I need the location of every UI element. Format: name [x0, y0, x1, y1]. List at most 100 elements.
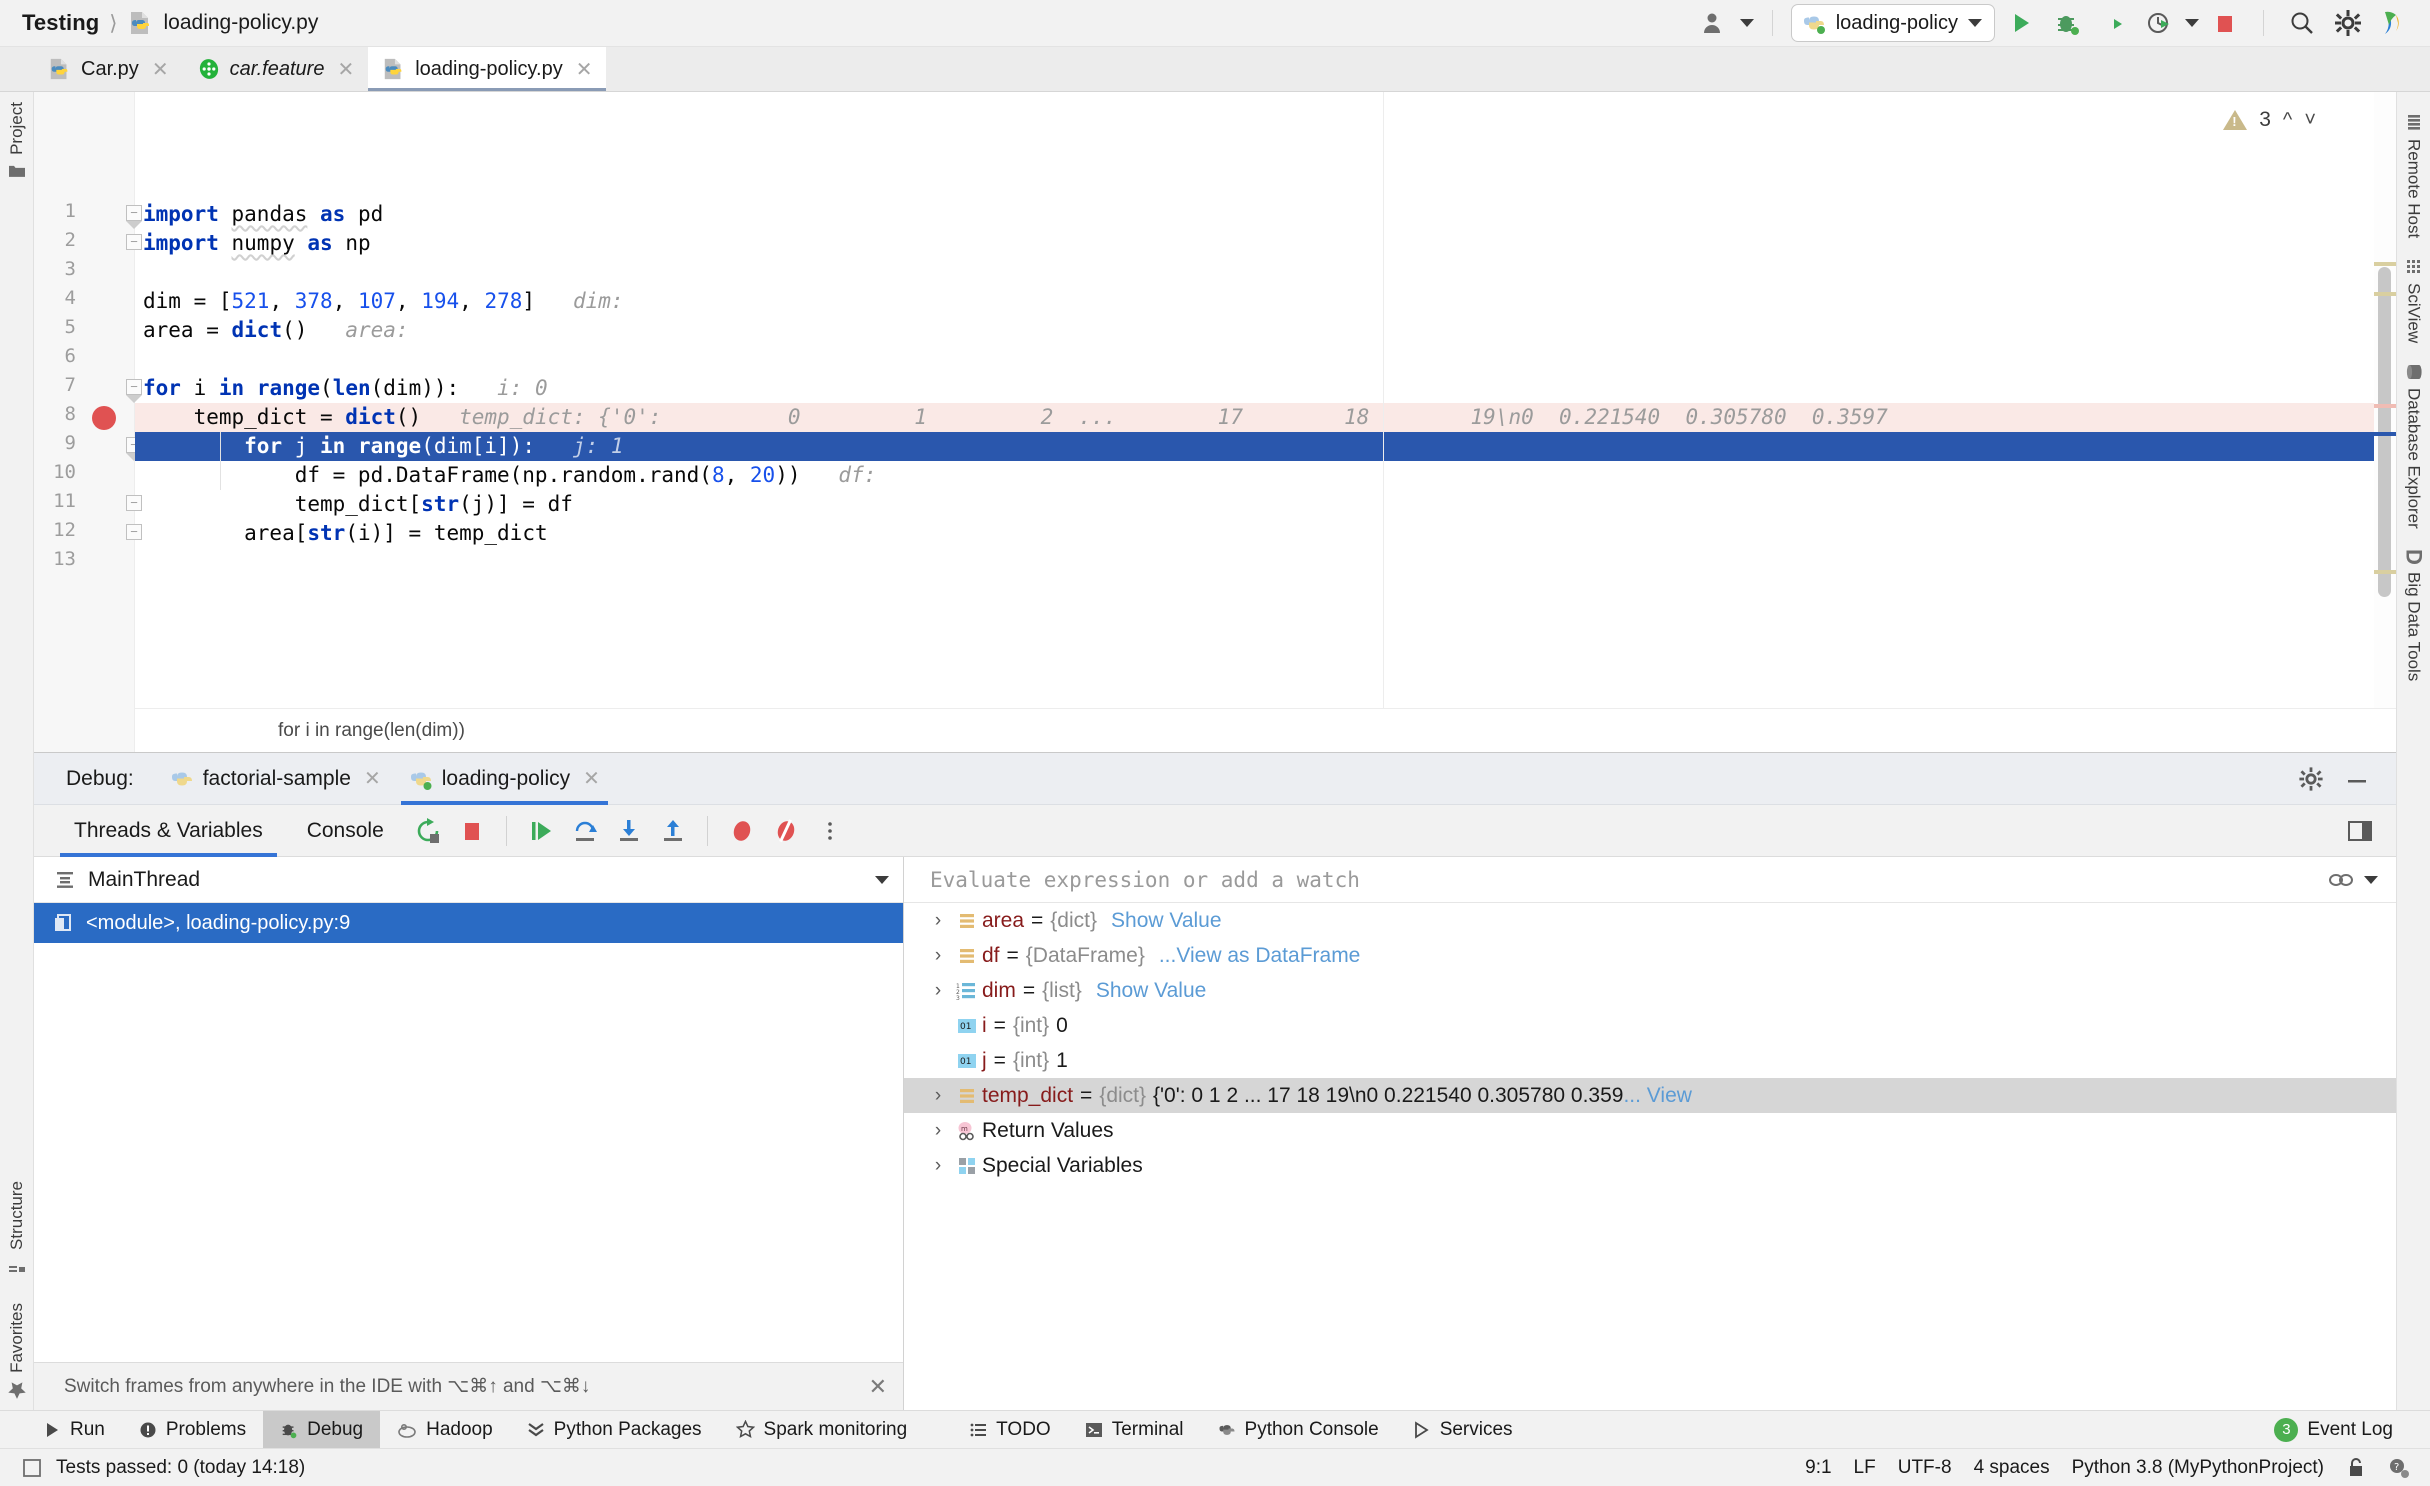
stop-icon[interactable] [450, 809, 494, 853]
line-separator[interactable]: LF [1854, 1457, 1876, 1479]
debug-session-loading-policy[interactable]: loading-policy ✕ [395, 753, 614, 805]
variable-row-j[interactable]: 01 j = {int} 1 [904, 1043, 2396, 1078]
variable-row-return-values[interactable]: › m Return Values [904, 1113, 2396, 1148]
tool-window-debug[interactable]: Debug [263, 1411, 380, 1449]
sidebar-item-sciview[interactable]: SciView [2404, 248, 2424, 353]
chevron-down-icon[interactable] [1968, 19, 1982, 27]
add-watch-icon[interactable] [2328, 870, 2354, 890]
more-options-icon[interactable] [808, 809, 852, 853]
editor-tab-loading-policy-py[interactable]: loading-policy.py ✕ [368, 47, 606, 91]
code-editor[interactable]: 1 2 3 4 5 6 7 8 9 10 11 12 13 − − − [34, 92, 2396, 752]
variable-row-temp-dict[interactable]: › temp_dict = {di [904, 1078, 2396, 1113]
lock-icon[interactable] [2346, 1457, 2366, 1479]
evaluate-expression-row[interactable]: Evaluate expression or add a watch [904, 857, 2396, 903]
scroll-marker-exec[interactable] [2374, 432, 2396, 436]
close-icon[interactable]: ✕ [869, 1374, 887, 1400]
variable-row-dim[interactable]: › 1 2 3 [904, 973, 2396, 1008]
show-value-link[interactable]: Show Value [1096, 979, 1207, 1003]
expand-toggle-icon[interactable]: › [924, 910, 952, 932]
gear-icon[interactable] [2298, 766, 2324, 792]
scroll-marker-warning[interactable] [2374, 262, 2396, 266]
tool-window-python-console[interactable]: Python Console [1201, 1411, 1396, 1449]
tool-window-hadoop[interactable]: Hadoop [380, 1411, 510, 1449]
variable-row-area[interactable]: › area = {dict} [904, 903, 2396, 938]
breadcrumb-file[interactable]: loading-policy.py [164, 11, 319, 35]
sidebar-item-database-explorer[interactable]: Database Explorer [2404, 353, 2424, 539]
chevron-down-icon[interactable] [875, 876, 889, 884]
variable-row-i[interactable]: 01 i = {int} 0 [904, 1008, 2396, 1043]
user-avatar-icon[interactable] [1694, 4, 1734, 42]
run-icon[interactable] [2001, 4, 2041, 42]
profile-icon[interactable] [2139, 4, 2179, 42]
step-into-icon[interactable] [607, 809, 651, 853]
expand-toggle-icon[interactable]: › [924, 1085, 952, 1107]
tool-window-services[interactable]: Services [1396, 1411, 1530, 1449]
project-name[interactable]: Testing [22, 10, 99, 36]
updates-icon[interactable] [2374, 4, 2414, 42]
tool-window-event-log[interactable]: 3 Event Log [2257, 1411, 2410, 1449]
close-icon[interactable]: ✕ [583, 766, 600, 791]
tab-console[interactable]: Console [285, 805, 406, 857]
chevron-down-icon[interactable] [2364, 876, 2378, 884]
tool-window-terminal[interactable]: Terminal [1068, 1411, 1201, 1449]
editor-tab-car-feature[interactable]: car.feature ✕ [183, 47, 369, 91]
debug-icon[interactable] [2047, 4, 2087, 42]
python-interpreter[interactable]: Python 3.8 (MyPythonProject) [2072, 1457, 2324, 1479]
thread-selector[interactable]: MainThread [34, 857, 903, 903]
debug-session-factorial-sample[interactable]: factorial-sample ✕ [156, 753, 395, 805]
indent-setting[interactable]: 4 spaces [1974, 1457, 2050, 1479]
view-as-dataframe-link[interactable]: ...View as DataFrame [1159, 944, 1361, 968]
close-icon[interactable]: ✕ [337, 57, 354, 82]
scroll-marker-breakpoint[interactable] [2374, 404, 2396, 408]
view-link[interactable]: ... View [1623, 1084, 1691, 1108]
caret-position[interactable]: 9:1 [1805, 1457, 1831, 1479]
code-text-area[interactable]: import pandas as pd import numpy as np d… [135, 92, 2396, 752]
resume-icon[interactable] [519, 809, 563, 853]
status-message[interactable]: Tests passed: 0 (today 14:18) [56, 1457, 305, 1479]
next-problem-icon[interactable]: ˅ [2304, 109, 2316, 132]
sidebar-item-favorites[interactable]: Favorites [7, 1285, 27, 1410]
close-icon[interactable]: ✕ [152, 57, 169, 82]
sidebar-item-project[interactable]: Project [7, 92, 27, 190]
inspection-widget[interactable]: 3 ^ ˅ [2223, 108, 2316, 132]
expand-toggle-icon[interactable]: › [924, 980, 952, 1002]
user-menu-chevron-icon[interactable] [1740, 19, 1754, 27]
run-configuration-selector[interactable]: loading-policy [1791, 4, 1995, 42]
sidebar-item-remote-host[interactable]: Remote Host [2404, 92, 2424, 248]
search-everywhere-icon[interactable] [2282, 4, 2322, 42]
close-icon[interactable]: ✕ [364, 766, 381, 791]
stack-frame-row[interactable]: <module>, loading-policy.py:9 [34, 903, 903, 943]
settings-gear-icon[interactable] [2328, 4, 2368, 42]
view-breakpoints-icon[interactable] [720, 809, 764, 853]
expand-toggle-icon[interactable]: › [924, 945, 952, 967]
tab-threads-and-variables[interactable]: Threads & Variables [52, 805, 285, 857]
variables-tree[interactable]: › area = {dict} [904, 903, 2396, 1410]
file-encoding[interactable]: UTF-8 [1898, 1457, 1952, 1479]
step-over-icon[interactable] [563, 809, 607, 853]
scroll-marker-warning[interactable] [2374, 570, 2396, 574]
editor-scrollbar[interactable] [2374, 92, 2396, 752]
profile-chevron-icon[interactable] [2185, 19, 2199, 27]
tool-window-todo[interactable]: TODO [952, 1411, 1068, 1449]
tool-window-python-packages[interactable]: Python Packages [510, 1411, 719, 1449]
variable-row-special-variables[interactable]: › Special Variables [904, 1148, 2396, 1183]
sidebar-item-structure[interactable]: Structure [7, 1171, 27, 1285]
expand-toggle-icon[interactable]: › [924, 1120, 952, 1142]
rerun-icon[interactable] [406, 809, 450, 853]
breakpoint-marker[interactable] [92, 406, 116, 430]
sidebar-item-big-data-tools[interactable]: D Big Data Tools [2401, 539, 2427, 691]
scroll-marker-warning[interactable] [2374, 292, 2396, 296]
stop-icon[interactable] [2205, 4, 2245, 42]
prev-problem-icon[interactable]: ^ [2283, 109, 2292, 132]
layout-settings-icon[interactable] [2346, 817, 2396, 845]
run-with-coverage-icon[interactable] [2093, 4, 2133, 42]
editor-tab-car-py[interactable]: Car.py ✕ [34, 47, 183, 91]
mute-breakpoints-icon[interactable] [764, 809, 808, 853]
minimize-icon[interactable] [2344, 766, 2370, 792]
evaluate-expression-input[interactable]: Evaluate expression or add a watch [930, 868, 2318, 892]
step-out-icon[interactable] [651, 809, 695, 853]
inspection-icon[interactable]: ? [2388, 1457, 2410, 1479]
close-icon[interactable]: ✕ [576, 57, 593, 82]
tool-window-problems[interactable]: Problems [122, 1411, 263, 1449]
expand-toggle-icon[interactable]: › [924, 1155, 952, 1177]
